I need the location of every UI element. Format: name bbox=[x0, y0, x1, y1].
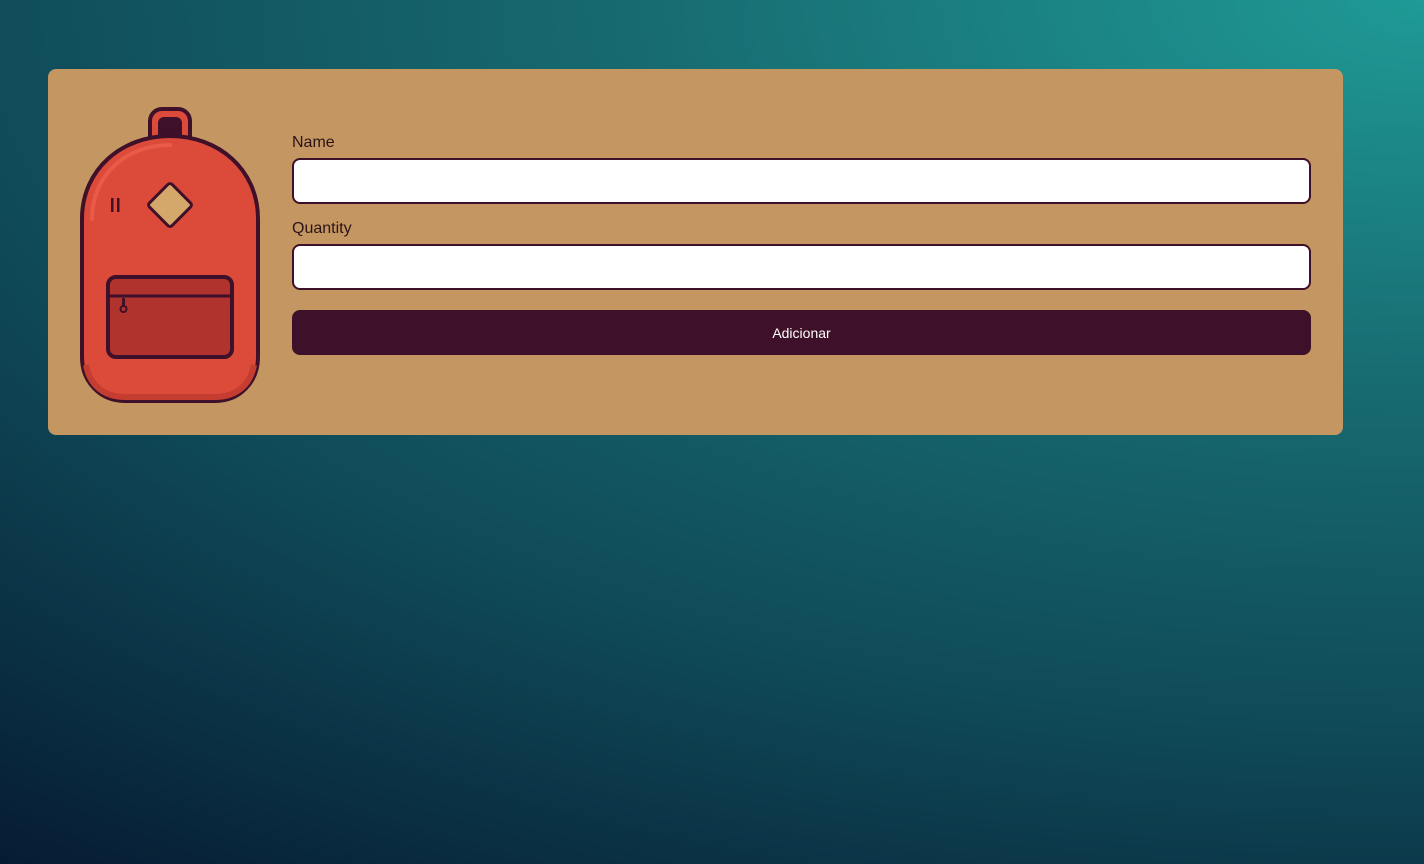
quantity-label: Quantity bbox=[292, 220, 352, 237]
name-label: Name bbox=[292, 134, 335, 151]
quantity-input[interactable] bbox=[292, 244, 1311, 290]
item-form-card: Name Quantity Adicionar bbox=[48, 69, 1343, 435]
name-input[interactable] bbox=[292, 158, 1311, 204]
backpack-icon bbox=[80, 107, 260, 403]
add-item-form: Name Quantity Adicionar bbox=[292, 133, 1311, 355]
add-button[interactable]: Adicionar bbox=[292, 310, 1311, 355]
